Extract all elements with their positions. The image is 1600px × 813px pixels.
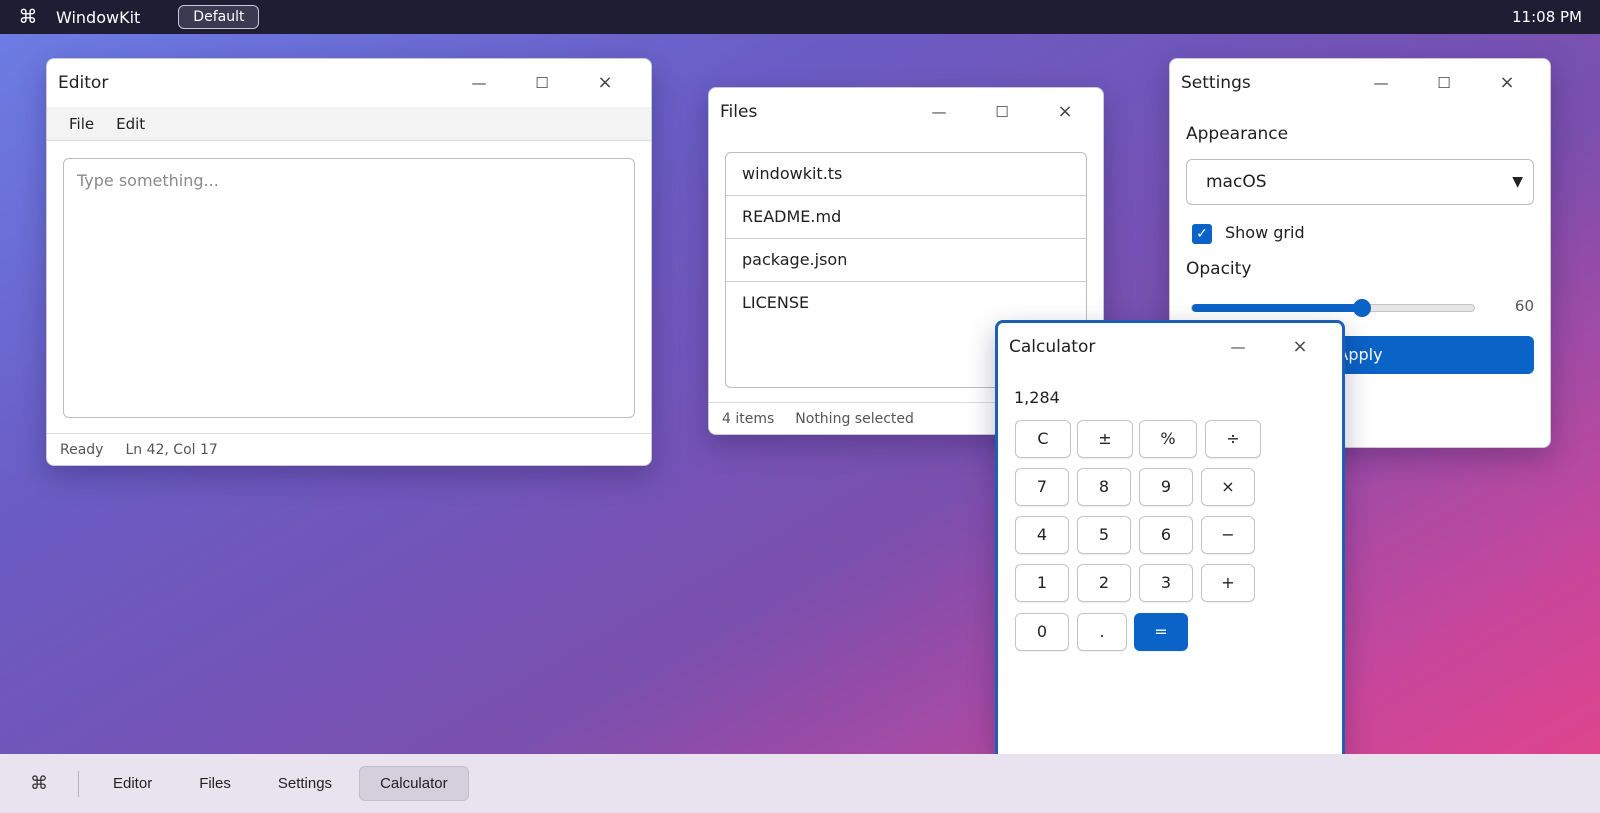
editor-titlebar[interactable]: Editor — ☐ ×	[47, 59, 651, 107]
key-1[interactable]: 1	[1015, 564, 1069, 602]
key-minus[interactable]: −	[1201, 516, 1255, 554]
key-8[interactable]: 8	[1077, 468, 1131, 506]
key-clear[interactable]: C	[1015, 420, 1071, 458]
close-icon[interactable]: ×	[1489, 70, 1525, 96]
opacity-slider[interactable]	[1191, 299, 1475, 317]
taskbar-item-calculator[interactable]: Calculator	[359, 766, 469, 801]
close-icon[interactable]: ×	[1047, 99, 1083, 125]
editor-statusbar: Ready Ln 42, Col 17	[47, 433, 651, 465]
key-decimal[interactable]: .	[1077, 613, 1127, 651]
selection-status: Nothing selected	[795, 410, 914, 427]
taskbar-item-editor[interactable]: Editor	[93, 767, 172, 800]
appearance-value: macOS	[1206, 172, 1267, 192]
clock: 11:08 PM	[1512, 8, 1582, 26]
close-icon[interactable]: ×	[587, 70, 623, 96]
key-2[interactable]: 2	[1077, 564, 1131, 602]
cursor-position: Ln 42, Col 17	[125, 441, 218, 458]
menu-edit[interactable]: Edit	[105, 109, 156, 139]
opacity-slider-fill	[1192, 304, 1362, 312]
key-plus[interactable]: +	[1201, 564, 1255, 602]
opacity-value: 60	[1514, 297, 1534, 315]
appearance-label: Appearance	[1186, 124, 1289, 144]
command-icon[interactable]: ⌘	[0, 773, 78, 794]
editor-window: Editor — ☐ × File Edit Type something...…	[46, 58, 652, 466]
list-item[interactable]: windowkit.ts	[726, 153, 1086, 196]
key-equals[interactable]: =	[1134, 613, 1188, 651]
taskbar: ⌘ Editor Files Settings Calculator	[0, 754, 1600, 813]
key-4[interactable]: 4	[1015, 516, 1069, 554]
opacity-label: Opacity	[1186, 259, 1252, 279]
app-name: WindowKit	[56, 7, 141, 27]
list-item[interactable]: LICENSE	[726, 282, 1086, 325]
editor-menubar: File Edit	[47, 107, 651, 141]
show-grid-label: Show grid	[1225, 223, 1305, 242]
minimize-icon[interactable]: —	[921, 99, 957, 125]
appearance-select[interactable]: macOS ▼	[1186, 159, 1534, 205]
key-plus-minus[interactable]: ±	[1077, 420, 1133, 458]
calculator-titlebar[interactable]: Calculator — ×	[998, 323, 1342, 371]
calculator-display: 1,284	[1014, 388, 1060, 407]
calculator-window: Calculator — × 1,284 C ±% ÷ 7 8 9 × 4 5 6−1 2 3 +0. =	[995, 320, 1345, 760]
key-7[interactable]: 7	[1015, 468, 1069, 506]
minimize-icon[interactable]: —	[1363, 70, 1399, 96]
top-menu-bar: ⌘ WindowKit Default 11:08 PM	[0, 0, 1600, 34]
key-6[interactable]: 6	[1139, 516, 1193, 554]
settings-titlebar[interactable]: Settings — ☐ ×	[1170, 59, 1550, 107]
maximize-icon[interactable]: ☐	[524, 70, 560, 96]
list-item[interactable]: README.md	[726, 196, 1086, 239]
chevron-down-icon: ▼	[1512, 174, 1523, 190]
taskbar-item-files[interactable]: Files	[179, 767, 251, 800]
show-grid-checkbox[interactable]: ✓	[1192, 224, 1212, 244]
key-0[interactable]: 0	[1015, 613, 1069, 651]
taskbar-divider	[78, 770, 79, 797]
key-9[interactable]: 9	[1139, 468, 1193, 506]
key-3[interactable]: 3	[1139, 564, 1193, 602]
key-percent[interactable]: %	[1139, 420, 1197, 458]
taskbar-item-settings[interactable]: Settings	[258, 767, 352, 800]
maximize-icon[interactable]: ☐	[984, 99, 1020, 125]
close-icon[interactable]: ×	[1282, 334, 1318, 360]
key-multiply[interactable]: ×	[1201, 468, 1255, 506]
menu-file[interactable]: File	[58, 109, 105, 139]
key-5[interactable]: 5	[1077, 516, 1131, 554]
minimize-icon[interactable]: —	[461, 70, 497, 96]
item-count: 4 items	[722, 410, 775, 427]
command-icon[interactable]: ⌘	[0, 6, 56, 28]
files-titlebar[interactable]: Files — ☐ ×	[709, 88, 1103, 136]
editor-textarea[interactable]: Type something...	[63, 158, 635, 418]
opacity-slider-thumb[interactable]	[1353, 299, 1371, 317]
maximize-icon[interactable]: ☐	[1426, 70, 1462, 96]
calculator-title: Calculator	[1009, 337, 1096, 357]
settings-title: Settings	[1181, 73, 1251, 93]
list-item[interactable]: package.json	[726, 239, 1086, 282]
status-state: Ready	[60, 441, 104, 458]
minimize-icon[interactable]: —	[1220, 334, 1256, 360]
theme-button[interactable]: Default	[178, 5, 260, 29]
files-title: Files	[720, 102, 758, 122]
key-divide[interactable]: ÷	[1205, 420, 1261, 458]
editor-title: Editor	[58, 73, 109, 93]
